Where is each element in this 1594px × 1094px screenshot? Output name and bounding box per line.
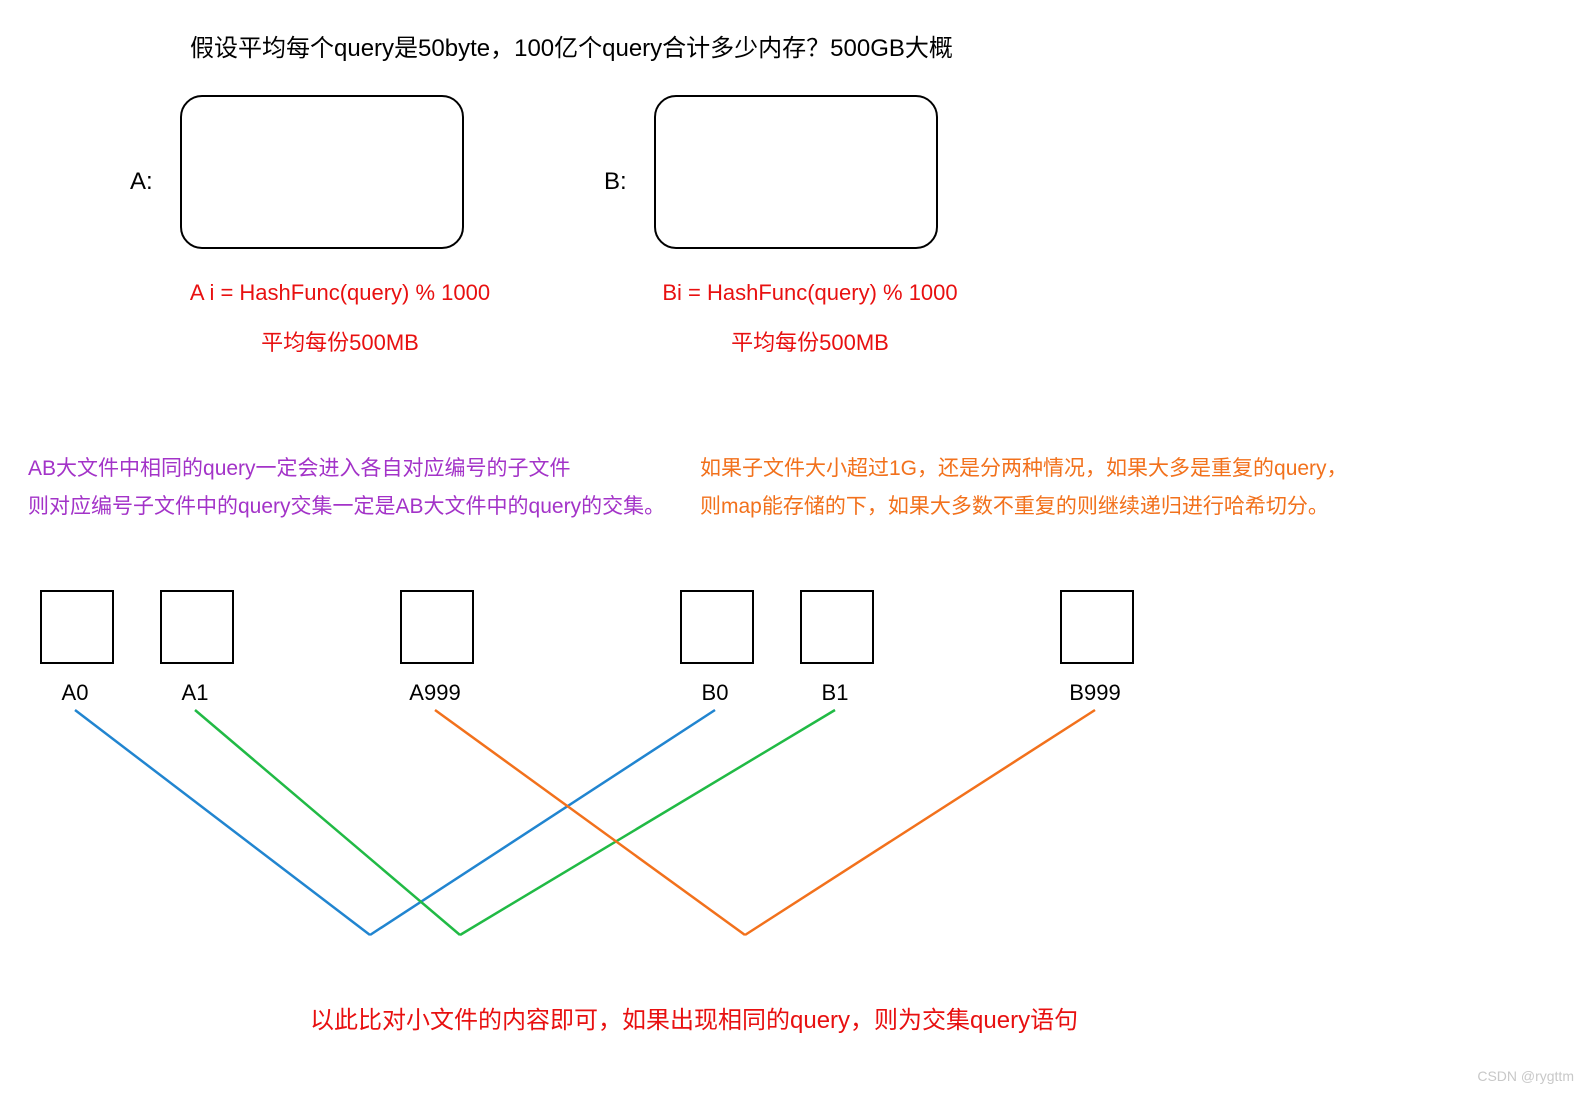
subfile-label-b999: B999 xyxy=(1050,680,1140,706)
line-green-right xyxy=(460,710,835,935)
subfile-label-a999: A999 xyxy=(390,680,480,706)
subfile-box-b1 xyxy=(800,590,874,664)
line-blue-left xyxy=(75,710,370,935)
avg-b: 平均每份500MB xyxy=(640,325,980,357)
big-box-b xyxy=(654,95,938,249)
subfile-box-b0 xyxy=(680,590,754,664)
subfile-label-a0: A0 xyxy=(40,680,110,706)
subfile-box-b999 xyxy=(1060,590,1134,664)
subfile-label-b0: B0 xyxy=(680,680,750,706)
big-box-a xyxy=(180,95,464,249)
subfile-box-a999 xyxy=(400,590,474,664)
watermark: CSDN @rygttm xyxy=(1477,1068,1574,1084)
formula-b: Bi = HashFunc(query) % 1000 xyxy=(640,280,980,306)
purple-explanation: AB大文件中相同的query一定会进入各自对应编号的子文件 则对应编号子文件中的… xyxy=(28,450,668,526)
title-text: 假设平均每个query是50byte，100亿个query合计多少内存？500G… xyxy=(190,28,953,63)
subfile-label-b1: B1 xyxy=(800,680,870,706)
line-orange-right xyxy=(745,710,1095,935)
subfile-box-a1 xyxy=(160,590,234,664)
line-blue-right xyxy=(370,710,715,935)
line-green-left xyxy=(195,710,460,935)
orange-explanation: 如果子文件大小超过1G，还是分两种情况，如果大多是重复的query，则map能存… xyxy=(700,450,1350,526)
bottom-conclusion: 以此比对小文件的内容即可，如果出现相同的query，则为交集query语句 xyxy=(310,1000,1078,1035)
subfile-label-a1: A1 xyxy=(160,680,230,706)
formula-a: A i = HashFunc(query) % 1000 xyxy=(180,280,500,306)
subfile-box-a0 xyxy=(40,590,114,664)
line-orange-left xyxy=(435,710,745,935)
avg-a: 平均每份500MB xyxy=(180,325,500,357)
label-b: B: xyxy=(604,168,627,196)
label-a: A: xyxy=(130,168,153,196)
